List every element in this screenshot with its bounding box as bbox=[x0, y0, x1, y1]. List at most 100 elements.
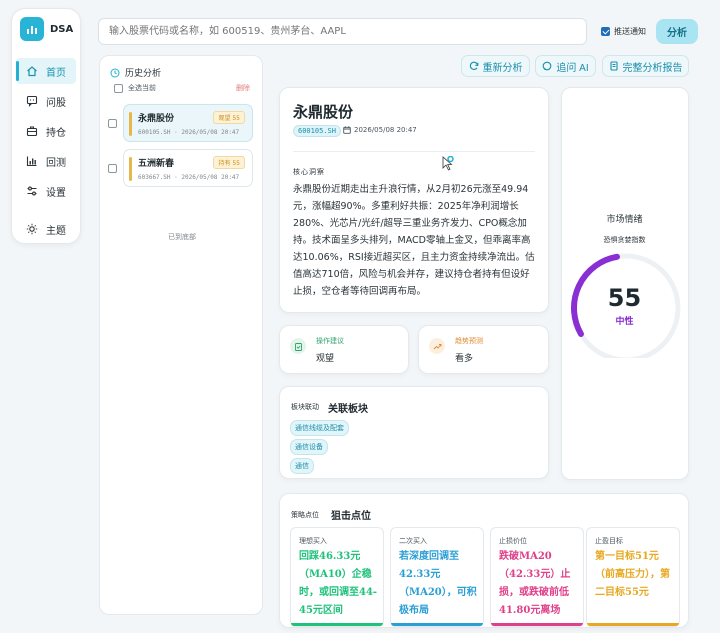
stock-name: 永鼎股份 bbox=[293, 103, 354, 121]
clipboard-icon bbox=[290, 338, 306, 354]
trend-prediction-card: 趋势预测 看多 bbox=[418, 325, 549, 374]
history-meta: 600105.SH · 2026/05/08 20:47 bbox=[138, 129, 240, 136]
stock-search-input[interactable] bbox=[98, 18, 587, 45]
delete-button[interactable]: 删除 bbox=[236, 83, 250, 93]
select-all-label: 全选当前 bbox=[128, 84, 156, 92]
trend-up-icon bbox=[429, 338, 445, 354]
mood-level: 中性 bbox=[615, 317, 634, 327]
strategy-point: 止盈目标 第一目标51元（前高压力），第二目标55元 bbox=[586, 527, 680, 627]
related-sector-card: 板块联动 关联板块 通信线缆及配套 通信设备 通信 bbox=[279, 386, 549, 479]
strategy-point: 止损价位 跌破MA20（42.33元）止损，或跌破前低41.80元离场 bbox=[490, 527, 584, 627]
analyze-button[interactable]: 分析 bbox=[656, 19, 698, 44]
briefcase-icon bbox=[26, 126, 38, 137]
strategy-point: 二次买入 若深度回调至42.33元（MA20），可积极布局 bbox=[390, 527, 484, 627]
history-end-text: 已到底部 bbox=[168, 233, 196, 241]
point-accent-bar bbox=[587, 623, 679, 626]
point-value: 若深度回调至42.33元（MA20），可积极布局 bbox=[399, 551, 477, 616]
history-panel: 历史分析 全选当前 删除 永鼎股份 600105.SH · 2026/05/08… bbox=[99, 55, 263, 615]
stock-detail-card: 永鼎股份 600105.SH 2026/05/08 20:47 核心洞察 永鼎股… bbox=[279, 87, 549, 313]
full-report-label: 完整分析报告 bbox=[622, 62, 683, 74]
logo-bar-chart-icon bbox=[20, 17, 44, 41]
history-item[interactable]: 永鼎股份 600105.SH · 2026/05/08 20:47 观望 55 bbox=[108, 104, 253, 142]
app-logo[interactable]: DSA bbox=[20, 17, 73, 41]
strategy-card: 策略点位 狙击点位 理想买入 回踩46.33元（MA10）企稳时，或回调至44-… bbox=[279, 493, 689, 628]
point-label: 止盈目标 bbox=[595, 537, 623, 545]
nav-item-settings[interactable]: 设置 bbox=[16, 178, 76, 204]
push-notify-toggle[interactable]: 推送通知 bbox=[601, 26, 646, 37]
home-icon bbox=[27, 66, 37, 77]
strategy-title: 狙击点位 bbox=[331, 511, 371, 522]
divider bbox=[293, 151, 535, 152]
sliders-icon bbox=[27, 186, 37, 196]
sector-tag[interactable]: 通信线缆及配套 bbox=[290, 420, 349, 436]
point-label: 止损价位 bbox=[499, 537, 527, 545]
operation-suggestion-card: 操作建议 观望 bbox=[279, 325, 409, 374]
nav-label: 回测 bbox=[46, 157, 66, 169]
reanalyze-button[interactable]: 重新分析 bbox=[461, 55, 530, 77]
nav-item-theme[interactable]: 主题 bbox=[16, 216, 76, 242]
select-all-checkbox[interactable] bbox=[114, 83, 123, 93]
market-mood-card: 市场情绪 恐惧贪婪指数 55 中性 bbox=[561, 87, 689, 480]
nav-label: 设置 bbox=[46, 187, 66, 199]
clock-icon bbox=[110, 68, 120, 77]
history-stock-code: 603667.SH bbox=[138, 174, 171, 181]
push-notify-label: 推送通知 bbox=[614, 27, 646, 36]
ask-ai-button[interactable]: 追问 AI bbox=[535, 55, 596, 77]
sector-label: 板块联动 bbox=[291, 403, 319, 411]
history-card[interactable]: 永鼎股份 600105.SH · 2026/05/08 20:47 观望 55 bbox=[123, 104, 253, 142]
sector-tag[interactable]: 通信 bbox=[290, 458, 314, 474]
history-title: 历史分析 bbox=[125, 69, 162, 79]
core-insight-label: 核心洞察 bbox=[293, 168, 325, 176]
history-card[interactable]: 五洲新春 603667.SH · 2026/05/08 20:47 持有 55 bbox=[123, 149, 253, 187]
point-label: 理想买入 bbox=[299, 537, 327, 545]
history-meta: 603667.SH · 2026/05/08 20:47 bbox=[138, 174, 240, 181]
select-all-toggle[interactable]: 全选当前 bbox=[114, 83, 156, 93]
reanalyze-label: 重新分析 bbox=[482, 62, 523, 74]
stock-code-badge: 600105.SH bbox=[293, 125, 341, 137]
full-report-button[interactable]: 完整分析报告 bbox=[602, 55, 689, 77]
nav-item-backtest[interactable]: 回测 bbox=[16, 148, 76, 174]
nav-item-holdings[interactable]: 持仓 bbox=[16, 118, 76, 144]
chat-icon bbox=[26, 95, 38, 107]
nav-label: 持仓 bbox=[46, 127, 66, 139]
trend-label: 趋势预测 bbox=[455, 337, 483, 345]
history-item-checkbox[interactable] bbox=[108, 118, 117, 128]
point-accent-bar bbox=[291, 623, 383, 626]
mouse-cursor-icon bbox=[442, 156, 454, 171]
history-badge: 观望 55 bbox=[213, 111, 245, 124]
mood-subtitle: 恐惧贪婪指数 bbox=[603, 236, 646, 244]
sector-tag[interactable]: 通信设备 bbox=[290, 439, 328, 455]
mood-title: 市场情绪 bbox=[606, 215, 643, 225]
stock-time-value: 2026/05/08 20:47 bbox=[354, 126, 417, 134]
suggestion-label: 操作建议 bbox=[316, 337, 344, 345]
history-item[interactable]: 五洲新春 603667.SH · 2026/05/08 20:47 持有 55 bbox=[108, 149, 253, 187]
nav-label: 首页 bbox=[46, 67, 66, 79]
stock-time: 2026/05/08 20:47 bbox=[343, 126, 417, 134]
sun-icon bbox=[26, 223, 38, 235]
trend-value: 看多 bbox=[455, 354, 474, 364]
nav-item-ask[interactable]: 问股 bbox=[16, 88, 76, 114]
strategy-point: 理想买入 回踩46.33元（MA10）企稳时，或回调至44-45元区间 bbox=[290, 527, 384, 627]
suggestion-value: 观望 bbox=[316, 354, 335, 364]
document-icon bbox=[609, 61, 618, 71]
history-item-checkbox[interactable] bbox=[108, 163, 117, 173]
nav-item-home[interactable]: 首页 bbox=[16, 58, 76, 84]
calendar-icon bbox=[343, 126, 351, 134]
side-nav: DSA 首页 问股 持仓 回测 设置 主题 bbox=[11, 8, 81, 244]
chat-bubble-icon bbox=[543, 61, 552, 71]
point-value: 回踩46.33元（MA10）企稳时，或回调至44-45元区间 bbox=[299, 551, 378, 616]
point-label: 二次买入 bbox=[399, 537, 427, 545]
bar-chart-icon bbox=[26, 156, 37, 167]
point-value: 第一目标51元（前高压力），第二目标55元 bbox=[595, 551, 670, 598]
history-badge: 持有 55 bbox=[213, 156, 245, 169]
refresh-icon bbox=[469, 61, 478, 70]
history-header: 历史分析 bbox=[110, 66, 161, 79]
sector-title: 关联板块 bbox=[328, 404, 368, 415]
push-notify-checkbox[interactable] bbox=[601, 27, 610, 36]
ask-ai-label: 追问 AI bbox=[556, 62, 589, 74]
mood-value: 55 bbox=[607, 284, 642, 312]
point-value: 跌破MA20（42.33元）止损，或跌破前低41.80元离场 bbox=[499, 551, 571, 616]
strategy-label: 策略点位 bbox=[291, 511, 319, 519]
history-stock-code: 600105.SH bbox=[138, 129, 171, 136]
nav-label: 问股 bbox=[46, 97, 66, 109]
